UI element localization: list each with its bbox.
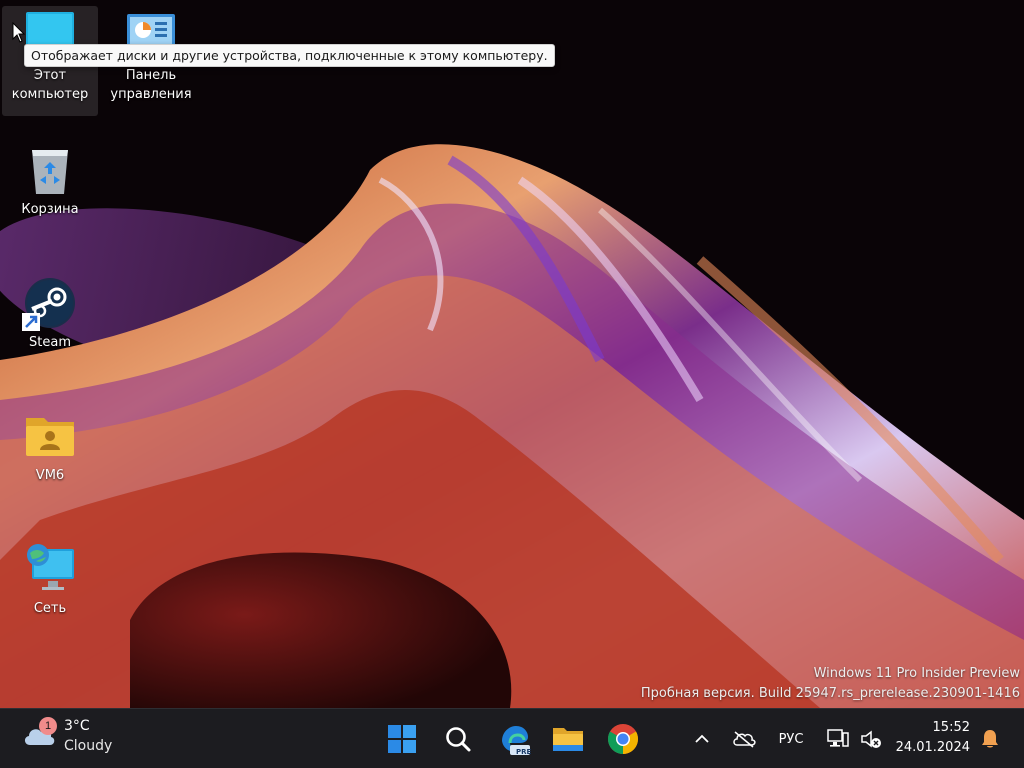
watermark-line-1: Windows 11 Pro Insider Preview bbox=[813, 666, 1020, 681]
notifications-button[interactable] bbox=[976, 723, 1004, 755]
chevron-up-icon bbox=[695, 734, 709, 743]
desktop-icon-network[interactable]: Сеть bbox=[2, 539, 98, 649]
edge-pre-badge: PRE bbox=[516, 748, 532, 756]
search-icon bbox=[446, 727, 471, 752]
clock-date: 24.01.2024 bbox=[895, 740, 970, 755]
steam-icon bbox=[22, 278, 75, 331]
windows-logo-icon bbox=[388, 725, 416, 753]
chrome-icon bbox=[607, 724, 639, 754]
show-hidden-icons-button[interactable] bbox=[688, 723, 716, 755]
desktop[interactable]: Этот компьютер Панель управления Корзина bbox=[0, 0, 1024, 708]
desktop-icon-recycle-bin[interactable]: Корзина bbox=[2, 140, 98, 250]
weather-condition: Cloudy bbox=[64, 738, 113, 754]
recycle-bin-icon bbox=[32, 150, 68, 194]
chrome-button[interactable] bbox=[601, 717, 645, 761]
network-wired-icon bbox=[827, 729, 849, 747]
weather-temperature: 3°C bbox=[64, 718, 90, 734]
weather-widget[interactable]: 1 3°C Cloudy bbox=[22, 717, 142, 761]
desktop-icon-label: VM6 bbox=[35, 468, 65, 483]
clock-time: 15:52 bbox=[932, 720, 970, 735]
bell-icon bbox=[982, 730, 998, 748]
desktop-icon-label: Этот компьютер bbox=[11, 68, 89, 102]
cloud-offline-icon bbox=[733, 731, 756, 748]
search-button[interactable] bbox=[436, 717, 480, 761]
start-button[interactable] bbox=[380, 717, 424, 761]
volume-muted-icon bbox=[861, 730, 881, 748]
desktop-icon-label: Корзина bbox=[21, 202, 79, 217]
desktop-icon-label: Сеть bbox=[33, 601, 67, 616]
network-status[interactable] bbox=[822, 723, 854, 755]
onedrive-status[interactable] bbox=[728, 723, 760, 755]
taskbar: 1 3°C Cloudy PRE РУС 15:52 24.01.2024 bbox=[0, 708, 1024, 768]
user-folder-icon bbox=[26, 418, 74, 456]
clock[interactable]: 15:52 24.01.2024 bbox=[896, 718, 970, 758]
weather-badge: 1 bbox=[39, 717, 57, 735]
desktop-icon-steam[interactable]: Steam bbox=[2, 273, 98, 383]
watermark: Windows 11 Pro Insider Preview Пробная в… bbox=[641, 664, 1020, 704]
language-indicator[interactable]: РУС bbox=[770, 723, 812, 755]
desktop-icon-label: Steam bbox=[29, 335, 71, 350]
tooltip: Отображает диски и другие устройства, по… bbox=[24, 44, 555, 67]
desktop-icon-vm6[interactable]: VM6 bbox=[2, 406, 98, 516]
network-icon bbox=[27, 544, 74, 590]
edge-preview-button[interactable]: PRE bbox=[492, 717, 536, 761]
mouse-cursor-icon bbox=[12, 22, 26, 43]
watermark-line-2: Пробная версия. Build 25947.rs_prereleas… bbox=[640, 686, 1020, 701]
desktop-icon-label: Панель управления bbox=[110, 68, 192, 102]
file-explorer-button[interactable] bbox=[546, 717, 590, 761]
folder-icon bbox=[553, 728, 583, 751]
volume-status[interactable] bbox=[856, 723, 886, 755]
